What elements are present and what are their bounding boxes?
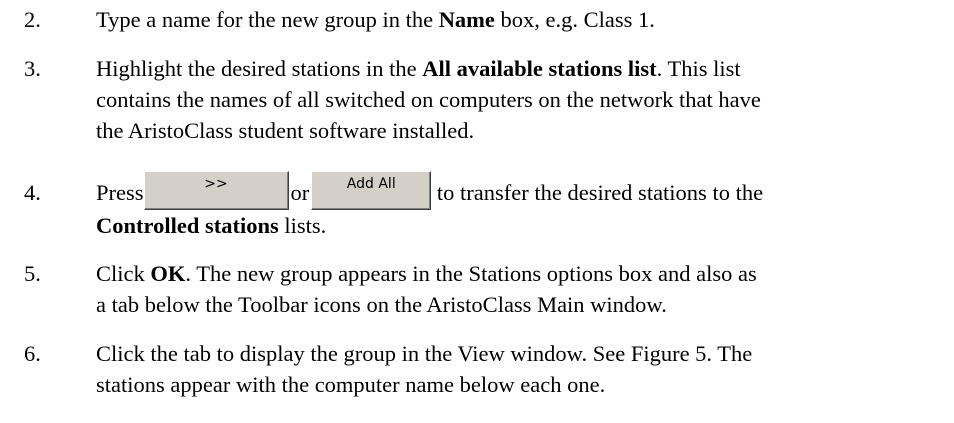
add-all-button[interactable]: Add All <box>311 171 432 210</box>
step-text: Press >> or Add All to transfer the desired… <box>96 171 942 241</box>
step-text: Type a name for the new group in the Nam… <box>96 4 942 35</box>
step-line: stations appear with the computer name b… <box>96 372 606 397</box>
step-line: a tab below the Toolbar icons on the Ari… <box>96 292 667 317</box>
step-line: Highlight the desired stations in the Al… <box>96 53 942 84</box>
step-number: 6. <box>24 341 41 366</box>
text-run: Click <box>96 261 151 286</box>
text-run: Press <box>96 180 144 205</box>
step-number: 3. <box>24 56 41 81</box>
text-run: lists. <box>278 213 327 238</box>
bold-term: All available stations list <box>422 56 657 81</box>
text-run: or <box>290 180 310 205</box>
bold-term: OK <box>150 261 186 286</box>
text-run: . This list <box>656 56 741 81</box>
text-run: Type a name for the new group in the <box>96 7 439 32</box>
step-number: 4. <box>24 180 41 205</box>
bold-term: Name <box>438 7 495 32</box>
step-line: Press >> or Add All to transfer the desired… <box>96 171 942 210</box>
step-line: Type a name for the new group in the Nam… <box>96 4 942 35</box>
step-line: Controlled stations lists. <box>96 210 942 241</box>
step-line: the AristoClass student software install… <box>96 118 475 143</box>
text-run: . The new group appears in the Stations … <box>185 261 757 286</box>
step-line: Click OK. The new group appears in the S… <box>96 258 942 289</box>
step-text: Highlight the desired stations in the Al… <box>96 53 942 146</box>
step-number: 2. <box>24 7 41 32</box>
text-run: Highlight the desired stations in the <box>96 56 423 81</box>
step-line: contains the names of all switched on co… <box>96 87 761 112</box>
text-run: box, e.g. Class 1. <box>494 7 655 32</box>
text-run: to transfer the desired stations to the <box>436 180 764 205</box>
step-text: Click OK. The new group appears in the S… <box>96 258 942 320</box>
step-line: Click the tab to display the group in th… <box>96 341 753 366</box>
bold-term: Controlled stations <box>96 213 279 238</box>
step-text: Click the tab to display the group in th… <box>96 338 942 400</box>
step-number: 5. <box>24 261 41 286</box>
transfer-selected-button[interactable]: >> <box>143 171 289 210</box>
